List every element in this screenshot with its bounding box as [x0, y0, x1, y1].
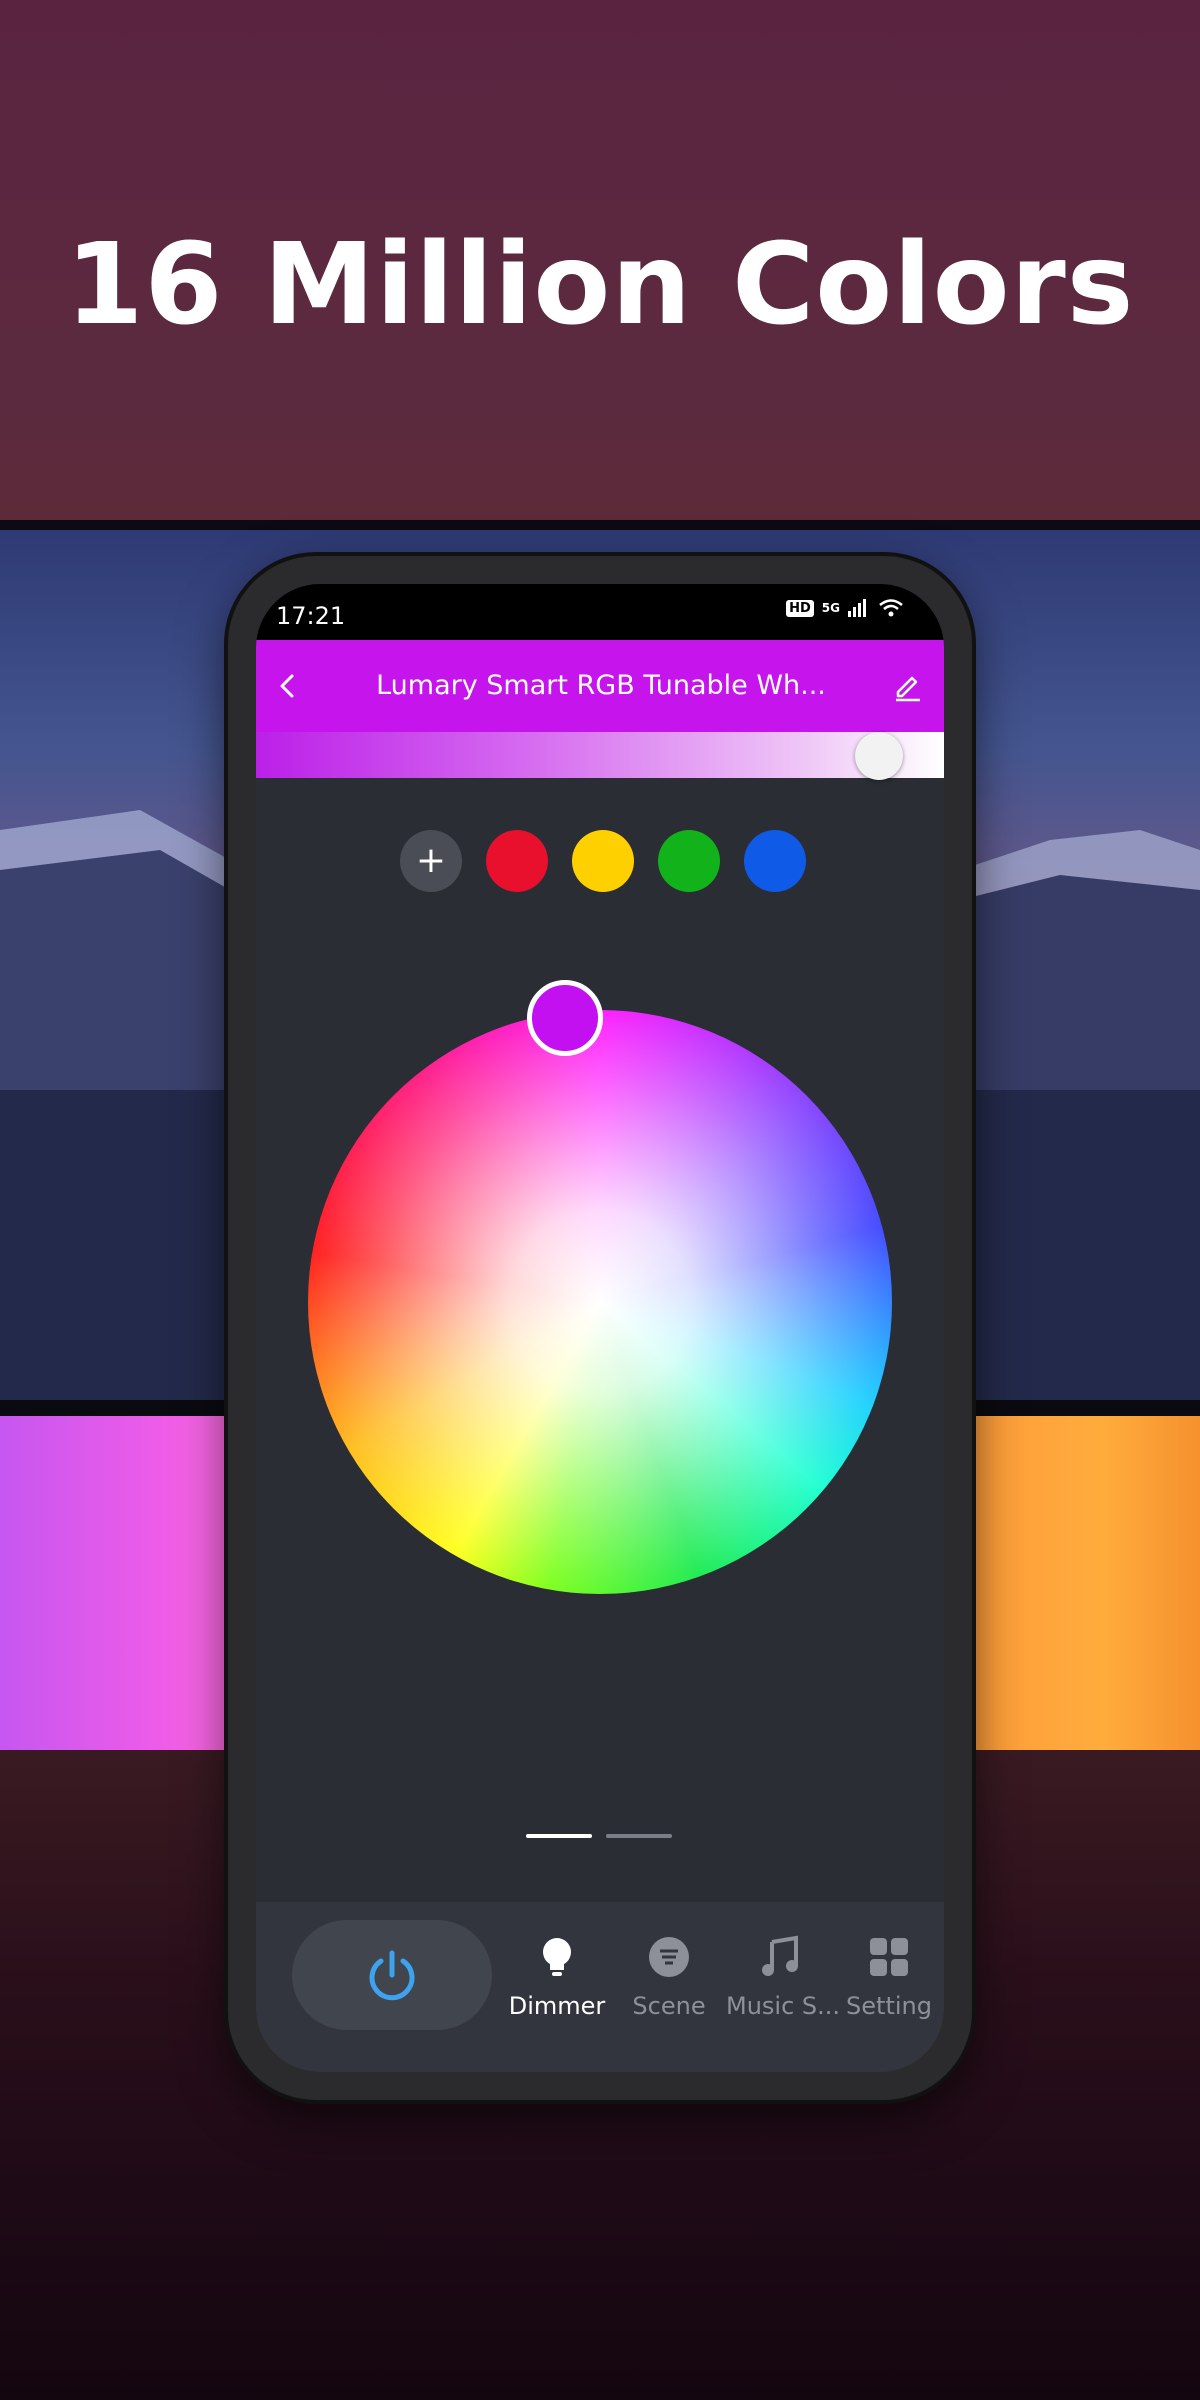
nav-setting[interactable]: Setting [834, 1934, 944, 2020]
preset-red[interactable] [486, 830, 548, 892]
grid-icon [870, 1938, 908, 1976]
status-bar: 17:21 HD 5G [256, 584, 944, 640]
nav-dimmer[interactable]: Dimmer [502, 1934, 612, 2020]
backdrop-left-light [0, 1416, 240, 1750]
saturation-overlay [308, 1010, 892, 1594]
headline: 16 Million Colors [65, 220, 1135, 350]
brightness-thumb[interactable] [855, 732, 903, 780]
nav-dimmer-label: Dimmer [508, 1992, 606, 2020]
signal-icon [848, 599, 866, 617]
status-icons: HD 5G [786, 598, 904, 618]
preset-add[interactable]: + [400, 830, 462, 892]
color-wheel-thumb[interactable] [527, 980, 603, 1056]
color-wheel[interactable] [308, 980, 892, 1594]
phone-screen: 17:21 HD 5G Lumary Smart RGB Tunable Wh.… [256, 584, 944, 2072]
page-dot [606, 1834, 672, 1838]
app-bar: Lumary Smart RGB Tunable Wh... [256, 640, 944, 732]
preset-yellow[interactable] [572, 830, 634, 892]
power-icon [369, 1950, 415, 2001]
backdrop-band [0, 520, 1200, 530]
bulb-icon [543, 1938, 571, 1976]
bottom-nav: Dimmer Scene Music S... Setting [256, 1902, 944, 2072]
scene-icon [649, 1937, 689, 1977]
brightness-slider[interactable] [256, 732, 944, 780]
device-title: Lumary Smart RGB Tunable Wh... [376, 670, 826, 701]
wifi-icon [879, 599, 903, 617]
music-note-icon [762, 1935, 798, 1976]
hd-badge: HD [786, 599, 814, 617]
network-type: 5G [821, 601, 840, 615]
nav-music[interactable]: Music S... [726, 1934, 841, 2020]
nav-scene-label: Scene [632, 1992, 706, 2020]
nav-music-label: Music S... [726, 1992, 841, 2020]
edit-button[interactable] [890, 668, 926, 704]
backdrop-right-light [960, 1416, 1200, 1750]
page-indicator [526, 1834, 672, 1838]
status-time: 17:21 [276, 602, 346, 630]
power-button[interactable] [292, 1920, 492, 2030]
nav-setting-label: Setting [846, 1992, 932, 2020]
color-presets: + [400, 830, 806, 892]
preset-blue[interactable] [744, 830, 806, 892]
page-dot [526, 1834, 592, 1838]
back-button[interactable] [270, 668, 306, 704]
phone-frame: 17:21 HD 5G Lumary Smart RGB Tunable Wh.… [228, 556, 972, 2100]
nav-scene[interactable]: Scene [614, 1934, 724, 2020]
preset-green[interactable] [658, 830, 720, 892]
